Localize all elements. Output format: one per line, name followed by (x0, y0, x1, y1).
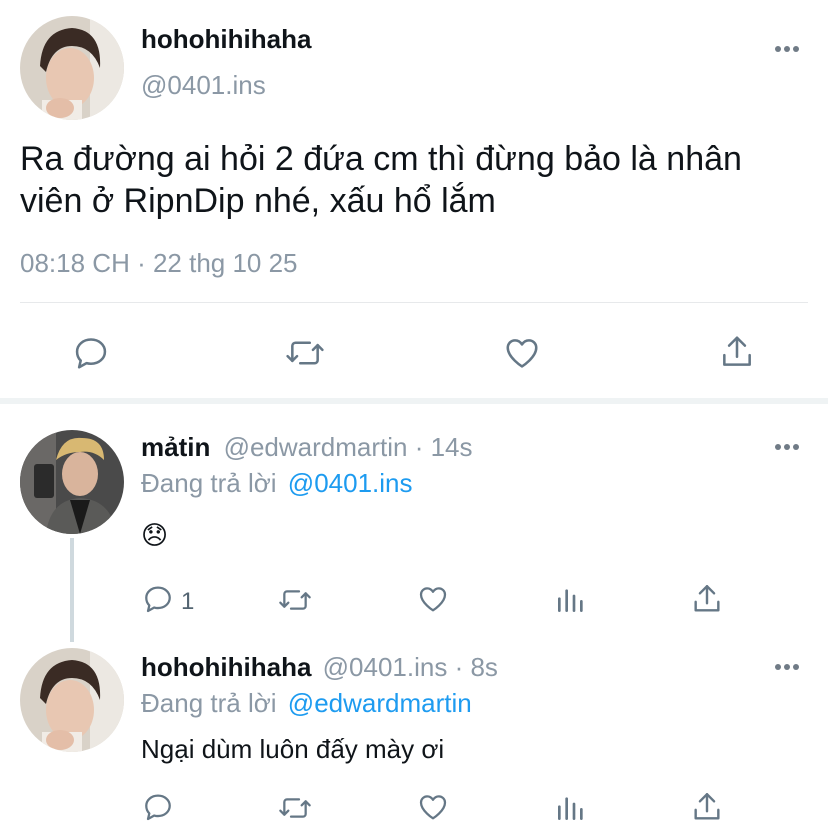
analytics-icon[interactable] (554, 584, 586, 616)
main-display-name[interactable]: hohohihihaha (141, 24, 311, 55)
main-handle[interactable]: @0401.ins (141, 70, 266, 101)
reply2-handle-time[interactable]: @0401.ins · 8s (323, 652, 498, 682)
replying-label: Đang trả lời (141, 688, 277, 718)
more-icon[interactable] (775, 444, 799, 450)
retweet-icon[interactable] (284, 334, 326, 372)
avatar-reply1[interactable] (20, 430, 124, 534)
thread-line (70, 538, 74, 642)
tweet-text-line1: Ra đường ai hỏi 2 đứa cm thì đừng bảo là… (20, 140, 742, 178)
replying-to-link[interactable]: @0401.ins (288, 468, 413, 498)
reply2-header: hohohihihaha @0401.ins · 8s (141, 652, 498, 683)
reply2-text: Ngại dùm luôn đấy mày ơi (141, 734, 445, 764)
reply-icon[interactable] (141, 583, 175, 615)
share-icon[interactable] (690, 582, 724, 616)
replying-to-link[interactable]: @edwardmartin (288, 688, 472, 718)
reply2-replying: Đang trả lời @edwardmartin (141, 688, 472, 719)
reply1-replying: Đang trả lời @0401.ins (141, 468, 413, 499)
avatar-reply2[interactable] (20, 648, 124, 752)
section-divider (0, 398, 828, 404)
reply2-display-name[interactable]: hohohihihaha (141, 652, 311, 682)
like-icon[interactable] (502, 334, 542, 372)
reply1-header: mảtin @edwardmartin · 14s (141, 432, 473, 463)
share-icon[interactable] (690, 790, 724, 824)
retweet-icon[interactable] (276, 584, 314, 616)
more-icon[interactable] (775, 664, 799, 670)
reply1-handle-time[interactable]: @edwardmartin · 14s (224, 432, 473, 462)
reply-count: 1 (181, 588, 195, 615)
reply-icon[interactable] (72, 334, 110, 372)
analytics-icon[interactable] (554, 792, 586, 824)
more-icon[interactable] (775, 46, 799, 52)
like-icon[interactable] (416, 791, 450, 823)
replying-label: Đang trả lời (141, 468, 277, 498)
reply-icon[interactable] (141, 791, 175, 823)
tweet-text-line2: viên ở RipnDip nhé, xấu hổ lắm (20, 182, 496, 220)
divider (20, 302, 808, 303)
retweet-icon[interactable] (276, 792, 314, 824)
avatar-main[interactable] (20, 16, 124, 120)
share-icon[interactable] (718, 332, 756, 372)
reply1-text: 😞 (141, 520, 169, 550)
like-icon[interactable] (416, 583, 450, 615)
tweet-timestamp[interactable]: 08:18 CH · 22 thg 10 25 (20, 248, 298, 279)
reply1-display-name[interactable]: mảtin (141, 432, 210, 462)
